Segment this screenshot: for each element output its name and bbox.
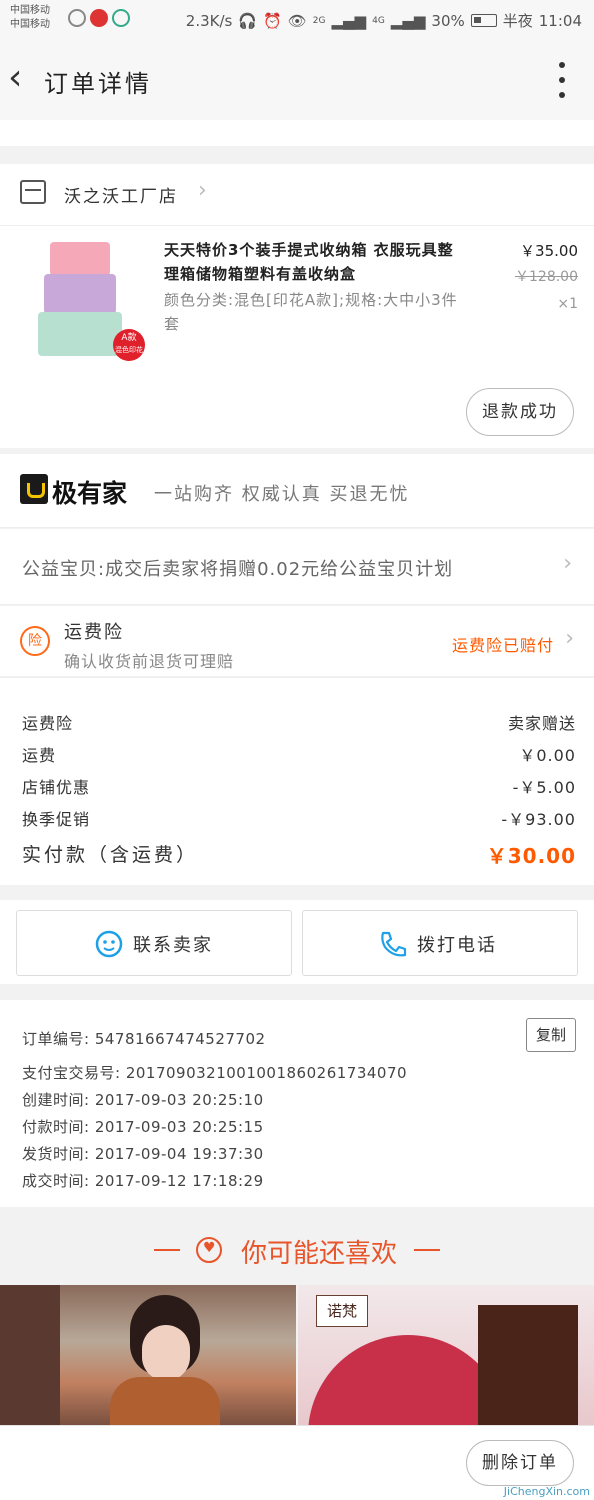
jiyoujia-slogan: 一站购齐 权威认真 买退无忧: [154, 484, 410, 505]
carrier-2: 中国移动: [10, 19, 50, 30]
app-green-icon: [112, 9, 130, 27]
eye-icon: 👁: [287, 11, 307, 30]
face-shape: [142, 1325, 190, 1381]
contact-seller-button[interactable]: 联系卖家: [16, 910, 292, 976]
recommend-title: 你可能还喜欢: [240, 1239, 397, 1269]
refund-status-button[interactable]: 退款成功: [466, 388, 574, 436]
fee-label: 换季促销: [22, 810, 91, 829]
shop-name: 沃之沃工厂店: [64, 187, 178, 207]
product-title: 天天特价3个装手提式收纳箱 衣服玩具整理箱储物箱塑料有盖收纳盒: [164, 241, 454, 283]
status-bar: 中国移动 中国移动 2.3K/s 🎧 ⏰ 👁 2G ▂▄▆ 4G ▂▄▆ 30%…: [0, 0, 594, 40]
insurance-subtitle: 确认收货前退货可理赔: [64, 652, 235, 671]
contact-seller-label: 联系卖家: [133, 935, 213, 956]
phone-icon: [381, 931, 407, 957]
net-speed: 2.3K/s: [185, 11, 233, 30]
fee-value: ￥0.00: [519, 746, 576, 765]
recommend-item-image[interactable]: [0, 1285, 296, 1425]
product-thumbnail[interactable]: A款 混色印花: [20, 236, 145, 361]
product-price: ￥35.00: [520, 242, 578, 260]
jiyoujia-logo-icon: [20, 474, 48, 504]
battery-icon: [470, 14, 497, 27]
total-label: 实付款（含运费）: [22, 844, 199, 866]
battery-percent: 30%: [431, 11, 465, 30]
badge-line-2: 混色印花: [115, 346, 143, 354]
signal-icon: ▂▄▆: [331, 11, 367, 30]
divider: [414, 1249, 440, 1251]
copy-button[interactable]: 复制: [526, 1018, 576, 1052]
insurance-status: 运费险已赔付: [451, 636, 554, 655]
fee-value: -￥5.00: [512, 778, 576, 797]
gift-bag-shape: [478, 1305, 578, 1425]
more-menu-icon[interactable]: [556, 62, 568, 98]
shipping-insurance-row[interactable]: 险 运费险 确认收货前退货可理赔 运费险已赔付 ›: [0, 606, 594, 676]
product-sku: 颜色分类:混色[印花A款];规格:大中小3件套: [164, 291, 458, 333]
chevron-right-icon: ›: [198, 178, 207, 203]
paid-time: 付款时间: 2017-09-03 20:25:15: [22, 1118, 264, 1136]
signal-2g: 2G: [312, 15, 326, 26]
completed-time: 成交时间: 2017-09-12 17:18:29: [22, 1172, 264, 1190]
fee-label: 店铺优惠: [22, 778, 91, 797]
nav-bar: ‹ 订单详情: [0, 40, 594, 120]
carrier-1: 中国移动: [10, 5, 50, 16]
box-purple: [44, 274, 116, 314]
am-pm: 半夜: [502, 12, 533, 30]
bottom-action-bar: 删除订单 JiChengXin.com: [0, 1425, 594, 1500]
order-info: 订单编号: 54781667474527702 复制 支付宝交易号: 20170…: [0, 1000, 594, 1207]
alipay-number: 支付宝交易号: 2017090321001001860261734070: [22, 1064, 408, 1082]
fee-summary: 运费险 卖家赠送 运费 ￥0.00 店铺优惠 -￥5.00 换季促销 -￥93.…: [0, 677, 594, 885]
page-title: 订单详情: [44, 70, 152, 98]
fee-value: 卖家赠送: [507, 714, 576, 733]
delete-order-button[interactable]: 删除订单: [466, 1440, 574, 1486]
variant-badge: A款 混色印花: [113, 329, 145, 361]
chat-bubble-icon: [95, 930, 123, 958]
badge-line-1: A款: [121, 333, 137, 343]
box-pink: [50, 242, 110, 276]
brand-label: 诺梵: [316, 1295, 368, 1327]
doorway-shape: [0, 1285, 60, 1425]
insurance-icon: 险: [20, 626, 50, 656]
fee-value: -￥93.00: [501, 810, 576, 829]
clock: 11:04: [538, 11, 582, 30]
charity-row[interactable]: 公益宝贝:成交后卖家将捐赠0.02元给公益宝贝计划 ›: [0, 529, 594, 605]
recommend-item-image[interactable]: 诺梵: [298, 1285, 594, 1425]
store-icon: [20, 180, 46, 204]
watermark-text: JiChengXin.com: [503, 1485, 590, 1498]
recommend-header: 你可能还喜欢: [0, 1207, 594, 1285]
fee-label: 运费险: [22, 714, 74, 733]
headphone-icon: 🎧: [238, 11, 258, 30]
status-right: 2.3K/s 🎧 ⏰ 👁 2G ▂▄▆ 4G ▂▄▆ 30% 半夜 11:04: [186, 10, 582, 31]
total-value: ￥30.00: [486, 844, 576, 868]
chevron-right-icon: ›: [563, 551, 572, 576]
fee-label: 运费: [22, 746, 57, 765]
box-green: [38, 312, 122, 356]
sweater-shape: [110, 1377, 220, 1425]
jiyoujia-name: 极有家: [52, 479, 128, 508]
call-phone-label: 拨打电话: [417, 935, 497, 956]
created-time: 创建时间: 2017-09-03 20:25:10: [22, 1091, 264, 1109]
back-icon[interactable]: ‹: [8, 60, 44, 100]
notification-icons: [68, 9, 130, 27]
jiyoujia-banner: 极有家 一站购齐 权威认真 买退无忧: [0, 454, 594, 528]
charity-text: 公益宝贝:成交后卖家将捐赠0.02元给公益宝贝计划: [22, 559, 454, 580]
shipped-time: 发货时间: 2017-09-04 19:37:30: [22, 1145, 264, 1163]
scrolled-address-strip: [0, 120, 594, 146]
chevron-right-icon: ›: [565, 626, 574, 651]
weibo-icon: [68, 9, 86, 27]
product-quantity: ×1: [557, 296, 578, 312]
app-red-icon: [90, 9, 108, 27]
insurance-title: 运费险: [64, 622, 124, 643]
alarm-icon: ⏰: [263, 11, 282, 30]
signal-4g: 4G: [372, 15, 385, 26]
order-number: 订单编号: 54781667474527702: [22, 1030, 266, 1048]
product-item[interactable]: A款 混色印花 天天特价3个装手提式收纳箱 衣服玩具整理箱储物箱塑料有盖收纳盒 …: [0, 226, 594, 448]
shop-row[interactable]: 沃之沃工厂店 ›: [0, 164, 594, 226]
signal-icon-2: ▂▄▆: [390, 11, 426, 30]
call-phone-button[interactable]: 拨打电话: [302, 910, 578, 976]
product-original-price: ￥128.00: [515, 269, 578, 285]
contact-section: 联系卖家 拨打电话: [0, 900, 594, 984]
carrier-info: 中国移动 中国移动: [10, 4, 50, 32]
